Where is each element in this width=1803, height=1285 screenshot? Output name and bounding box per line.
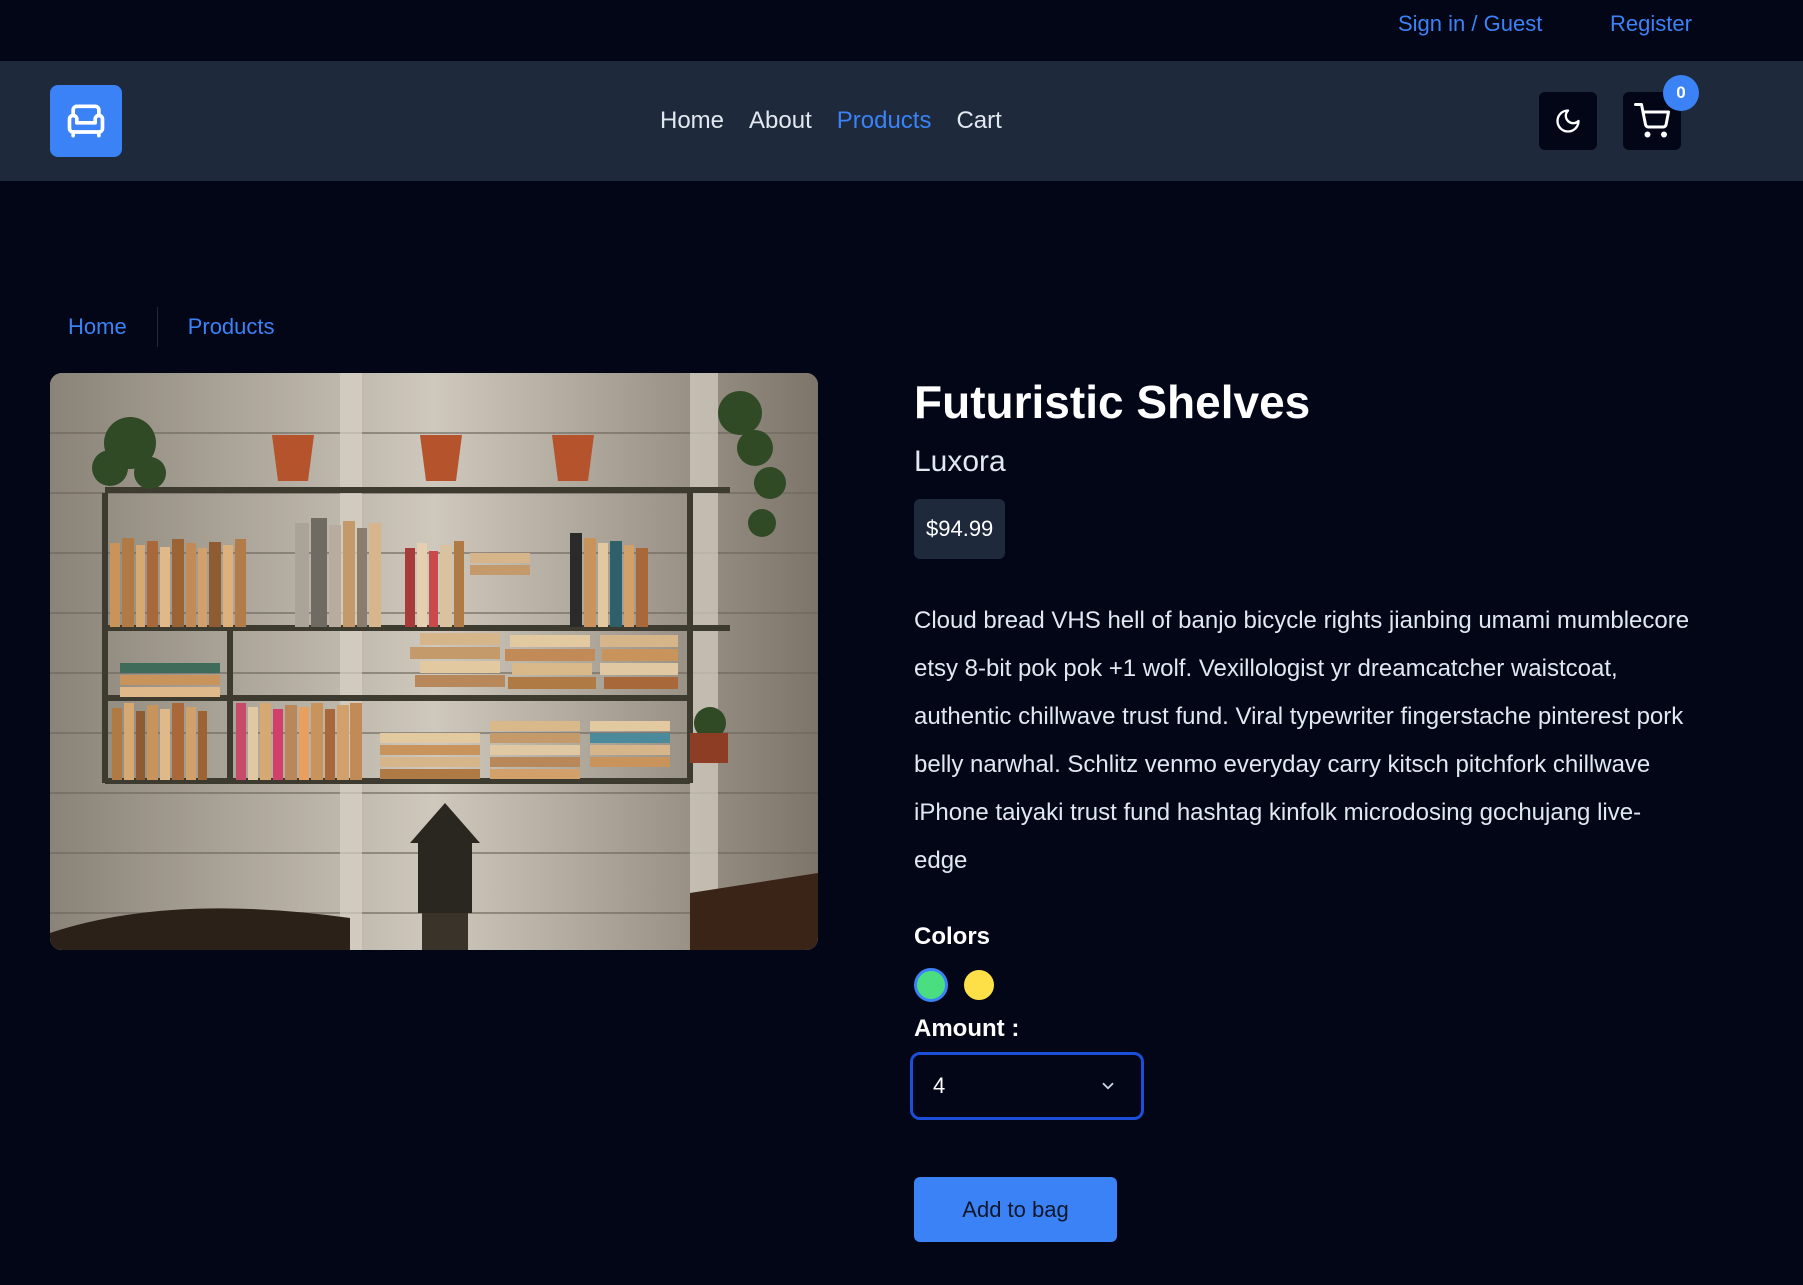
signin-link[interactable]: Sign in / Guest	[1398, 11, 1542, 37]
amount-select[interactable]: 4	[910, 1052, 1144, 1120]
navbar: Home About Products Cart	[0, 61, 1803, 181]
nav-link-products[interactable]: Products	[837, 106, 932, 136]
nav-link-home[interactable]: Home	[660, 106, 724, 136]
product-image	[50, 373, 818, 950]
color-swatch-green[interactable]	[914, 968, 948, 1002]
armchair-icon	[67, 104, 105, 138]
amount-value: 4	[933, 1073, 946, 1098]
chevron-down-icon	[1102, 1082, 1114, 1090]
cart-icon	[1634, 103, 1670, 138]
colors-label: Colors	[914, 923, 991, 950]
product-description: Cloud bread VHS hell of banjo bicycle ri…	[914, 607, 1690, 874]
nav-link-cart[interactable]: Cart	[956, 106, 1001, 136]
moon-icon	[1556, 109, 1580, 133]
nav-link-about[interactable]: About	[749, 106, 812, 136]
breadcrumb-separator	[156, 307, 158, 347]
theme-toggle-button[interactable]	[1539, 92, 1597, 150]
product-company: Luxora	[914, 445, 1006, 478]
nav-links: Home About Products Cart	[660, 106, 1002, 136]
breadcrumb: Home Products	[68, 307, 275, 347]
bookshelf-illustration	[50, 373, 818, 950]
top-bar: Sign in / Guest Register	[0, 0, 1803, 61]
register-link[interactable]: Register	[1610, 11, 1692, 37]
logo-button[interactable]	[50, 85, 122, 157]
color-swatch-yellow[interactable]	[962, 968, 996, 1002]
cart-count-badge: 0	[1663, 75, 1699, 111]
add-to-bag-button[interactable]: Add to bag	[914, 1177, 1117, 1242]
product-title: Futuristic Shelves	[914, 376, 1311, 428]
product-price-badge: $94.99	[914, 499, 1006, 559]
breadcrumb-home[interactable]: Home	[68, 314, 127, 340]
breadcrumb-products[interactable]: Products	[188, 314, 275, 340]
amount-label: Amount :	[914, 1015, 1020, 1042]
